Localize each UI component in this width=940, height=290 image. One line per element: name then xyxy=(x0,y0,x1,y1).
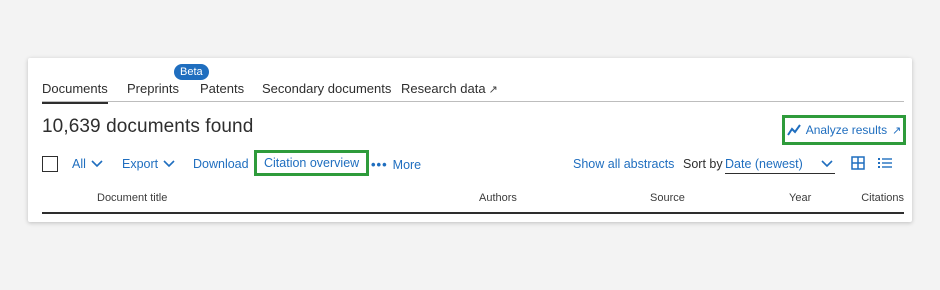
results-toolbar: All Export Download Citation overview ••… xyxy=(42,150,904,178)
chevron-down-icon xyxy=(821,160,833,168)
column-headers: Document title Authors Source Year Citat… xyxy=(42,182,904,214)
column-source[interactable]: Source xyxy=(650,192,685,204)
tab-preprints-label: Preprints xyxy=(127,81,180,96)
column-document-title[interactable]: Document title xyxy=(97,192,167,204)
results-card: Documents Preprints Patents Secondary do… xyxy=(28,58,912,222)
select-all-checkbox[interactable] xyxy=(42,156,58,172)
beta-badge: Beta xyxy=(174,64,209,80)
select-all-dropdown[interactable]: All xyxy=(72,157,103,171)
more-label: More xyxy=(392,157,422,172)
export-label: Export xyxy=(122,157,159,171)
trend-line-icon xyxy=(786,124,801,136)
citation-overview-label: Citation overview xyxy=(264,156,360,170)
chevron-down-icon xyxy=(163,160,175,168)
download-button[interactable]: Download xyxy=(193,157,249,171)
download-label: Download xyxy=(193,157,249,171)
tab-patents-label: Patents xyxy=(200,81,245,96)
select-all-label: All xyxy=(72,157,86,171)
column-year[interactable]: Year xyxy=(789,192,811,204)
column-authors[interactable]: Authors xyxy=(479,192,517,204)
tab-patents[interactable]: Patents xyxy=(200,81,244,96)
tab-documents-label: Documents xyxy=(42,81,108,96)
sort-select[interactable]: Date (newest) xyxy=(725,152,835,174)
tab-research-label: Research data xyxy=(401,81,486,96)
tab-documents[interactable]: Documents xyxy=(42,81,108,104)
tab-preprints[interactable]: Preprints xyxy=(127,81,179,96)
tab-bar: Documents Preprints Patents Secondary do… xyxy=(42,58,904,104)
sort-by-label: Sort by xyxy=(683,157,723,171)
tab-secondary-label: Secondary documents xyxy=(262,81,392,96)
analyze-results-label: Analyze results xyxy=(805,123,888,137)
tab-secondary-documents[interactable]: Secondary documents xyxy=(262,81,391,96)
show-all-abstracts-link[interactable]: Show all abstracts xyxy=(573,157,674,171)
show-all-abstracts-label: Show all abstracts xyxy=(573,157,675,171)
grid-view-icon[interactable] xyxy=(851,156,865,170)
results-count: 10,639 documents found xyxy=(42,116,254,137)
export-dropdown[interactable]: Export xyxy=(122,157,175,171)
more-button[interactable]: ••• More xyxy=(371,157,421,172)
tab-research-data[interactable]: Research data ↗ xyxy=(401,81,498,96)
chevron-down-icon xyxy=(91,160,103,168)
external-link-icon: ↗ xyxy=(892,124,902,137)
sort-select-value: Date (newest) xyxy=(725,157,803,171)
list-view-icon[interactable] xyxy=(878,156,892,170)
citation-overview-button[interactable]: Citation overview xyxy=(254,150,370,176)
column-citations[interactable]: Citations xyxy=(861,192,904,204)
external-link-icon: ↗ xyxy=(488,84,498,96)
analyze-results-button[interactable]: Analyze results ↗ xyxy=(782,115,906,145)
more-dots-icon: ••• xyxy=(371,157,388,172)
